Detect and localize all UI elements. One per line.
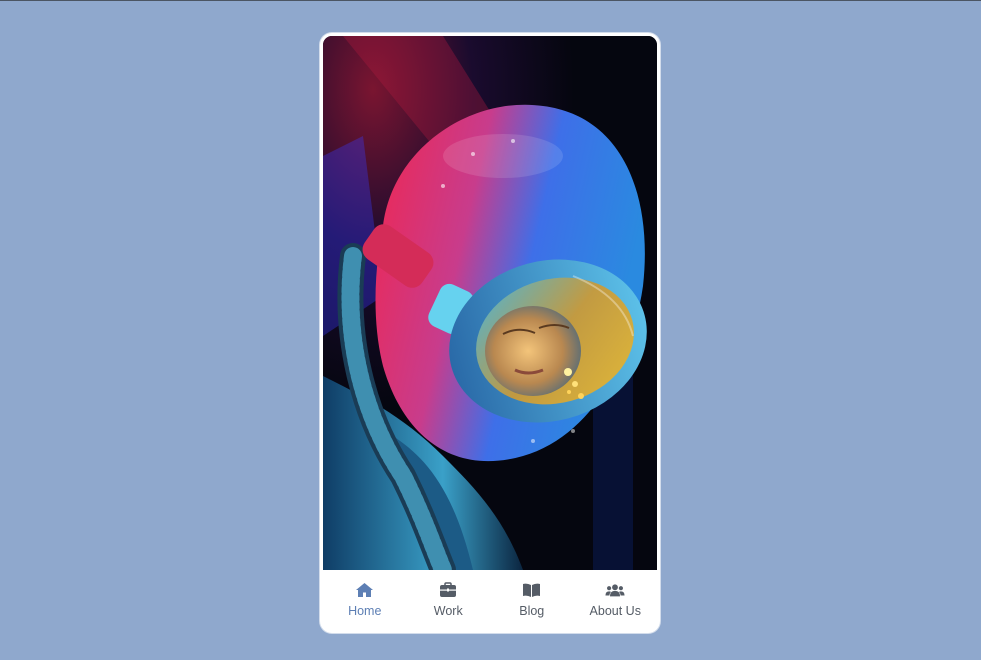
users-icon [605, 582, 625, 598]
nav-label-home: Home [348, 604, 382, 618]
home-icon [355, 582, 375, 598]
nav-item-blog[interactable]: Blog [492, 582, 572, 618]
nav-item-about-us[interactable]: About Us [575, 582, 655, 618]
book-icon [522, 582, 542, 598]
briefcase-icon [438, 582, 458, 598]
nav-label-work: Work [433, 604, 463, 618]
nav-item-home[interactable]: Home [325, 582, 405, 618]
window-top-border [0, 0, 981, 1]
bottom-nav-bar: Home Work Blog About Us [323, 570, 657, 630]
nav-item-work[interactable]: Work [408, 582, 488, 618]
astronaut-photo [323, 36, 657, 570]
phone-card: Home Work Blog About Us [320, 33, 660, 633]
nav-label-about-us: About Us [589, 604, 641, 618]
nav-label-blog: Blog [519, 604, 545, 618]
